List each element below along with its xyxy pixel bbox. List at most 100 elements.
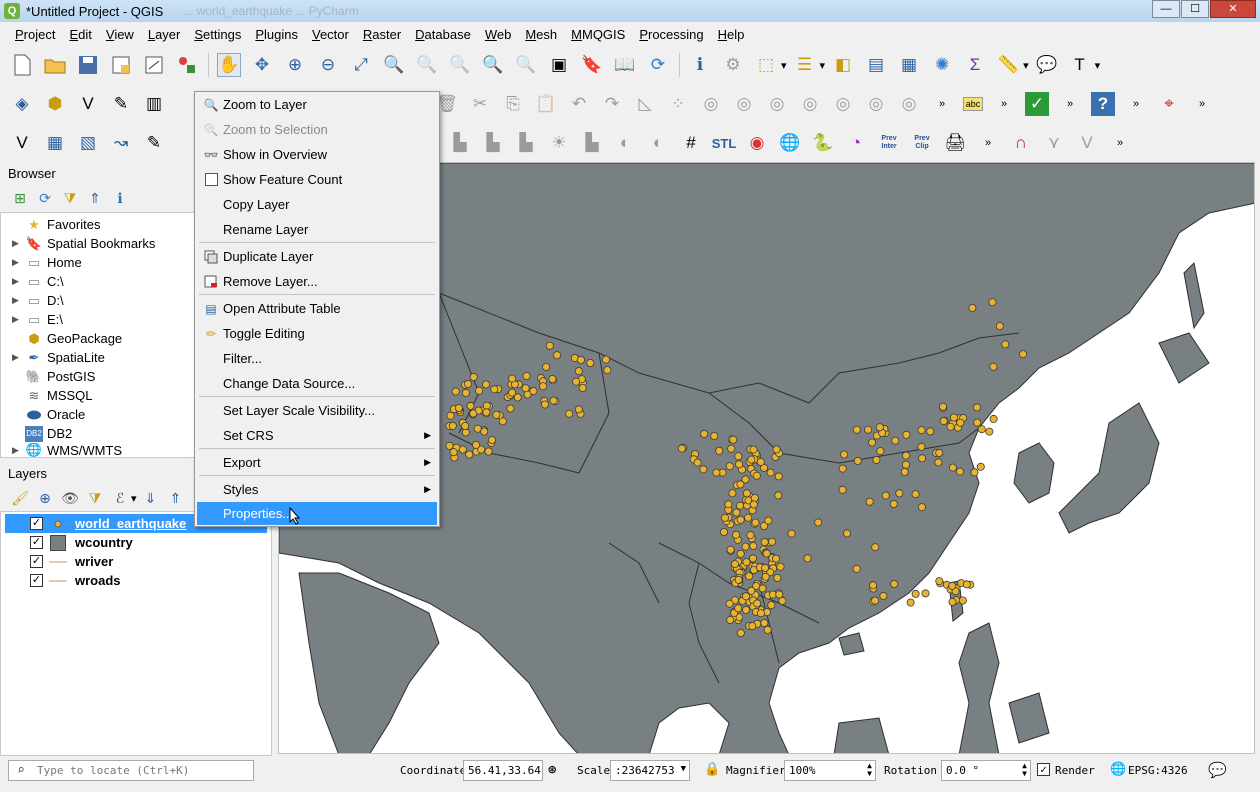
globe-icon[interactable]: 🌐	[778, 131, 802, 155]
raster-tool-3-icon[interactable]: ▙	[481, 131, 505, 155]
layer-visibility-checkbox[interactable]: ✓	[30, 555, 43, 568]
menu-item-duplicate-layer[interactable]: Duplicate Layer	[197, 245, 437, 268]
add-raster-icon[interactable]: ▦	[43, 131, 67, 155]
cut-features-icon[interactable]: ✂	[468, 92, 492, 116]
more-tools-chevron-icon[interactable]: »	[930, 92, 954, 116]
snapping-1-icon[interactable]: ⋎	[1042, 131, 1066, 155]
add-spatialite-icon[interactable]: ✎	[142, 131, 166, 155]
crs-button[interactable]: EPSG:4326	[1128, 764, 1188, 777]
select-features-icon[interactable]: ⬚	[754, 53, 778, 77]
menu-view[interactable]: View	[99, 27, 141, 42]
raster-tool-2-icon[interactable]: ▙	[448, 131, 472, 155]
text-annotation-icon[interactable]: T	[1068, 53, 1092, 77]
add-selected-layers-icon[interactable]: ⊞	[12, 190, 28, 206]
undo-icon[interactable]: ↶	[567, 92, 591, 116]
add-vector-icon[interactable]: V	[10, 131, 34, 155]
manage-visibility-icon[interactable]: 👁	[61, 490, 79, 506]
add-ring-icon[interactable]: ◎	[798, 92, 822, 116]
more-plugins3-chevron-icon[interactable]: »	[976, 131, 1000, 155]
add-mesh-icon[interactable]: ▧	[76, 131, 100, 155]
digitize-icon[interactable]: ✎	[109, 92, 133, 116]
raster-tool-8-icon[interactable]: ◐	[646, 131, 670, 155]
menu-item-change-data-source[interactable]: Change Data Source...	[197, 372, 437, 395]
raster-tool-4-icon[interactable]: ▙	[514, 131, 538, 155]
new-print-layout-icon[interactable]	[109, 53, 133, 77]
style-panel-icon[interactable]: 🖌	[11, 490, 29, 506]
menu-item-set-layer-scale-visibility[interactable]: Set Layer Scale Visibility...	[197, 399, 437, 422]
collapse-all-icon[interactable]: ⇑	[87, 190, 103, 206]
menu-item-filter[interactable]: Filter...	[197, 347, 437, 370]
paste-features-icon[interactable]: 📋	[534, 92, 558, 116]
menu-raster[interactable]: Raster	[356, 27, 408, 42]
zoom-out-icon[interactable]: ⊖	[316, 53, 340, 77]
mmqgis-icon[interactable]: ◔	[844, 131, 868, 155]
run-action-icon[interactable]: ⚙	[721, 53, 745, 77]
menu-item-zoom-to-selection[interactable]: 🔍 Zoom to Selection	[197, 118, 437, 141]
render-checkbox[interactable]: ✓	[1037, 763, 1050, 776]
zoom-last-icon[interactable]: 🔍	[481, 53, 505, 77]
raster-tool-6-icon[interactable]: ▙	[580, 131, 604, 155]
snapping-2-icon[interactable]: V	[1075, 131, 1099, 155]
lifebuoy-icon[interactable]: ◉	[745, 131, 769, 155]
show-bookmarks-icon[interactable]: 📖	[613, 53, 637, 77]
layer-filter-icon[interactable]: ⧩	[87, 490, 103, 506]
menu-vector[interactable]: Vector	[305, 27, 356, 42]
filter-expression-icon[interactable]: ℰ	[112, 490, 128, 506]
layer-item-wriver[interactable]: ✓ wriver	[5, 552, 267, 571]
zoom-to-layer-icon[interactable]: 🔍	[415, 53, 439, 77]
menu-item-zoom-to-layer[interactable]: 🔍 Zoom to Layer	[197, 93, 437, 116]
zoom-to-selection-icon[interactable]: 🔍	[382, 53, 406, 77]
vertex-tool-icon[interactable]: ⁘	[666, 92, 690, 116]
fill-ring-icon[interactable]: ◎	[864, 92, 888, 116]
processing-toolbox-icon[interactable]: ✺	[930, 53, 954, 77]
deselect-all-icon[interactable]: ◧	[831, 53, 855, 77]
raster-tool-7-icon[interactable]: ◐	[613, 131, 637, 155]
plugin-green-icon[interactable]: ✓	[1025, 92, 1049, 116]
identify-features-icon[interactable]: ℹ	[688, 53, 712, 77]
scale-combobox[interactable]: :23642753 ▼	[610, 760, 690, 781]
menu-project[interactable]: Project	[8, 27, 62, 42]
layer-item-wroads[interactable]: ✓ wroads	[5, 571, 267, 590]
save-project-icon[interactable]	[76, 53, 100, 77]
close-button[interactable]: ✕	[1210, 0, 1256, 18]
stl-export-icon[interactable]: STL	[712, 131, 737, 155]
refresh-icon[interactable]: ⟳	[646, 53, 670, 77]
menu-item-set-crs[interactable]: Set CRS ▶	[197, 424, 437, 447]
statistical-summary-icon[interactable]: Σ	[963, 53, 987, 77]
move-feature-icon[interactable]: ◎	[699, 92, 723, 116]
more-labels-chevron-icon[interactable]: »	[992, 92, 1016, 116]
simplify-feature-icon[interactable]: ◎	[765, 92, 789, 116]
menu-item-rename-layer[interactable]: Rename Layer	[197, 218, 437, 241]
rotation-spinbox[interactable]: 0.0 ° ▲ ▼	[941, 760, 1031, 781]
menu-help[interactable]: Help	[711, 27, 752, 42]
layer-visibility-checkbox[interactable]: ✓	[30, 536, 43, 549]
menu-processing[interactable]: Processing	[632, 27, 710, 42]
more-help-chevron-icon[interactable]: »	[1124, 92, 1148, 116]
pan-map-icon[interactable]: ✋	[217, 53, 241, 77]
maximize-button[interactable]: ☐	[1181, 0, 1209, 18]
browser-info-icon[interactable]: ℹ	[112, 190, 128, 206]
menu-item-remove-layer[interactable]: Remove Layer...	[197, 270, 437, 293]
new-geopackage-icon[interactable]: ⬢	[43, 92, 67, 116]
print-icon[interactable]: 🖨	[943, 131, 967, 155]
layer-item-wcountry[interactable]: ✓ wcountry	[5, 533, 267, 552]
redo-icon[interactable]: ↷	[600, 92, 624, 116]
layout-manager-icon[interactable]	[142, 53, 166, 77]
help-icon[interactable]: ?	[1091, 92, 1115, 116]
new-map-view-icon[interactable]: ▣	[547, 53, 571, 77]
select-by-expression-icon[interactable]: ☰	[793, 53, 817, 77]
copy-features-icon[interactable]: ⎘	[501, 92, 525, 116]
menu-item-toggle-editing[interactable]: ✏ Toggle Editing	[197, 322, 437, 345]
menu-item-export[interactable]: Export ▶	[197, 451, 437, 474]
data-source-manager-icon[interactable]: ◈	[10, 92, 34, 116]
magnifier-spinbox[interactable]: 100% ▲ ▼	[784, 760, 876, 781]
measure-line-icon[interactable]: 📏	[996, 53, 1020, 77]
new-project-icon[interactable]	[10, 53, 34, 77]
add-delimited-icon[interactable]: ↝	[109, 131, 133, 155]
menu-layer[interactable]: Layer	[141, 27, 188, 42]
menu-edit[interactable]: Edit	[62, 27, 98, 42]
attribute-table-icon[interactable]: ▤	[864, 53, 888, 77]
zoom-full-icon[interactable]: ⤢	[349, 53, 373, 77]
new-bookmark-icon[interactable]: 🔖	[580, 53, 604, 77]
messages-icon[interactable]: 💬	[1208, 761, 1227, 779]
